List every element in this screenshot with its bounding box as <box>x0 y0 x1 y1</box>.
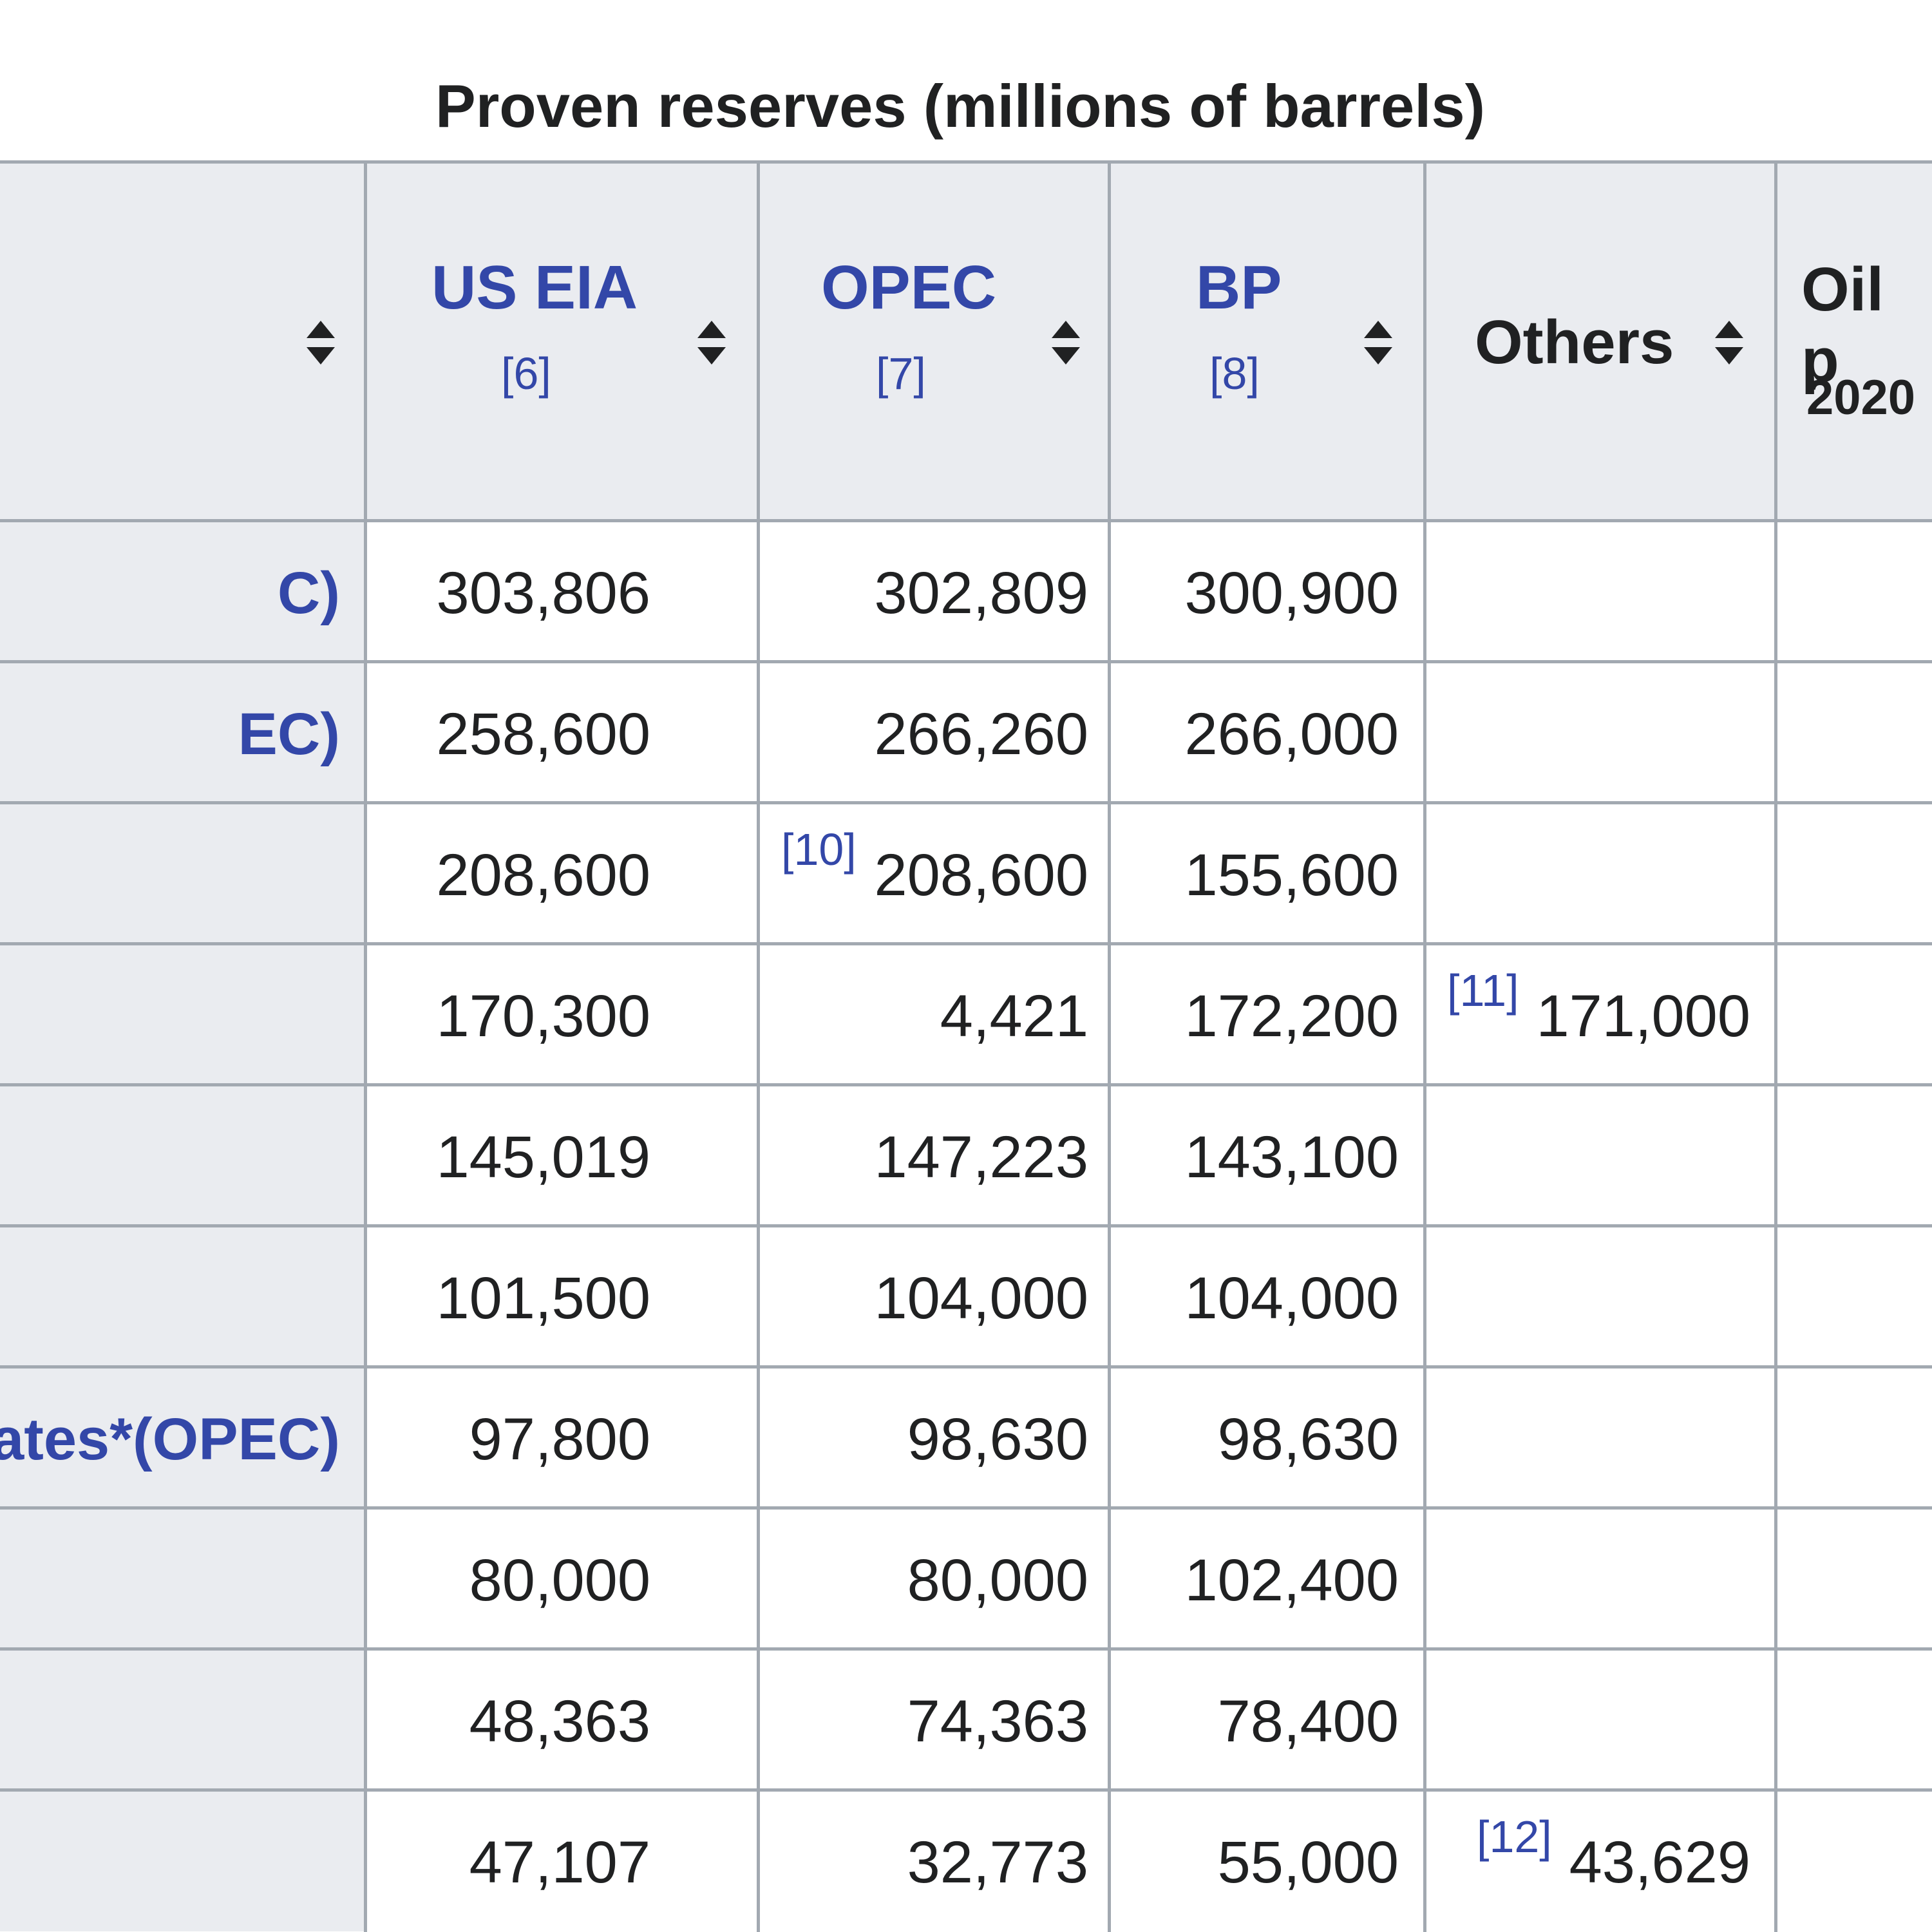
bp-value: 300,900 <box>1184 560 1399 626</box>
others-value: 43,629 <box>1569 1830 1750 1895</box>
opec-value: 4,421 <box>940 983 1088 1049</box>
opec-value: 80,000 <box>907 1548 1088 1613</box>
bp-value: 172,200 <box>1184 983 1399 1049</box>
row-header-cell <box>0 1790 364 1931</box>
us-eia-value: 170,300 <box>436 983 650 1049</box>
us-eia-value: 80,000 <box>469 1548 650 1613</box>
table-caption: Proven reserves (millions of barrels) <box>435 72 1485 140</box>
row-header-cell <box>0 1226 364 1367</box>
opec-value: 74,363 <box>907 1689 1088 1754</box>
row-divider <box>0 519 1932 522</box>
opec-value: 302,809 <box>874 560 1088 626</box>
sort-arrows-icon[interactable] <box>696 318 728 367</box>
row-header-cell <box>0 1508 364 1649</box>
bp-value: 143,100 <box>1184 1124 1399 1190</box>
opec-value: 147,223 <box>874 1124 1088 1190</box>
bp-value: 78,400 <box>1217 1689 1399 1754</box>
sort-arrows-icon[interactable] <box>1362 318 1394 367</box>
sort-arrows-icon[interactable] <box>1713 318 1745 367</box>
header-others-label: Others <box>1475 308 1674 377</box>
others-citation-link[interactable]: [12] <box>1477 1811 1552 1862</box>
us-eia-value: 145,019 <box>436 1124 650 1190</box>
row-header-cell <box>0 944 364 1085</box>
opec-value: 32,773 <box>907 1830 1088 1895</box>
column-divider <box>364 162 367 1932</box>
row-divider <box>0 942 1932 945</box>
row-divider <box>0 1083 1932 1086</box>
country-link[interactable]: EC) <box>238 696 340 773</box>
header-oil-production-year: 2020 <box>1806 370 1916 425</box>
row-divider <box>0 1788 1932 1792</box>
country-link[interactable]: ates*(OPEC) <box>0 1401 340 1478</box>
us-eia-value: 101,500 <box>436 1265 650 1331</box>
table-top-border <box>0 160 1932 164</box>
us-eia-value: 97,800 <box>469 1406 650 1472</box>
row-header-cell <box>0 1649 364 1790</box>
others-value: 171,000 <box>1536 983 1750 1049</box>
bp-value: 266,000 <box>1184 701 1399 767</box>
header-us-eia-ref[interactable]: [6] <box>501 348 551 399</box>
bp-value: 55,000 <box>1217 1830 1399 1895</box>
row-divider <box>0 1647 1932 1651</box>
bp-value: 102,400 <box>1184 1548 1399 1613</box>
row-divider <box>0 1365 1932 1368</box>
row-divider <box>0 660 1932 663</box>
us-eia-value: 208,600 <box>436 842 650 908</box>
header-opec-link[interactable]: OPEC <box>821 252 996 323</box>
others-citation-link[interactable]: [11] <box>1447 965 1519 1016</box>
header-us-eia-link[interactable]: US EIA <box>431 252 638 323</box>
us-eia-value: 303,806 <box>436 560 650 626</box>
opec-citation-link[interactable]: [10] <box>781 824 857 875</box>
row-header-cell <box>0 803 364 944</box>
row-header-cell <box>0 1085 364 1226</box>
country-link[interactable]: C) <box>278 554 340 632</box>
bp-value: 155,600 <box>1184 842 1399 908</box>
column-divider <box>1774 162 1777 1932</box>
opec-value: 104,000 <box>874 1265 1088 1331</box>
opec-value: 98,630 <box>907 1406 1088 1472</box>
table-viewport: Proven reserves (millions of barrels) US… <box>0 0 1932 1932</box>
us-eia-value: 258,600 <box>436 701 650 767</box>
sort-arrows-icon[interactable] <box>305 318 337 367</box>
opec-value: 208,600 <box>874 842 1088 908</box>
row-divider <box>0 1506 1932 1510</box>
row-divider <box>0 801 1932 804</box>
header-bp-ref[interactable]: [8] <box>1209 348 1260 399</box>
opec-value: 266,260 <box>874 701 1088 767</box>
bp-value: 104,000 <box>1184 1265 1399 1331</box>
column-divider <box>757 162 760 1932</box>
column-divider <box>1108 162 1111 1932</box>
us-eia-value: 47,107 <box>469 1830 650 1895</box>
column-divider <box>1423 162 1426 1932</box>
row-divider <box>0 1224 1932 1227</box>
bp-value: 98,630 <box>1217 1406 1399 1472</box>
header-opec-ref[interactable]: [7] <box>876 348 926 399</box>
us-eia-value: 48,363 <box>469 1689 650 1754</box>
header-bp-link[interactable]: BP <box>1196 252 1282 323</box>
sort-arrows-icon[interactable] <box>1050 318 1082 367</box>
